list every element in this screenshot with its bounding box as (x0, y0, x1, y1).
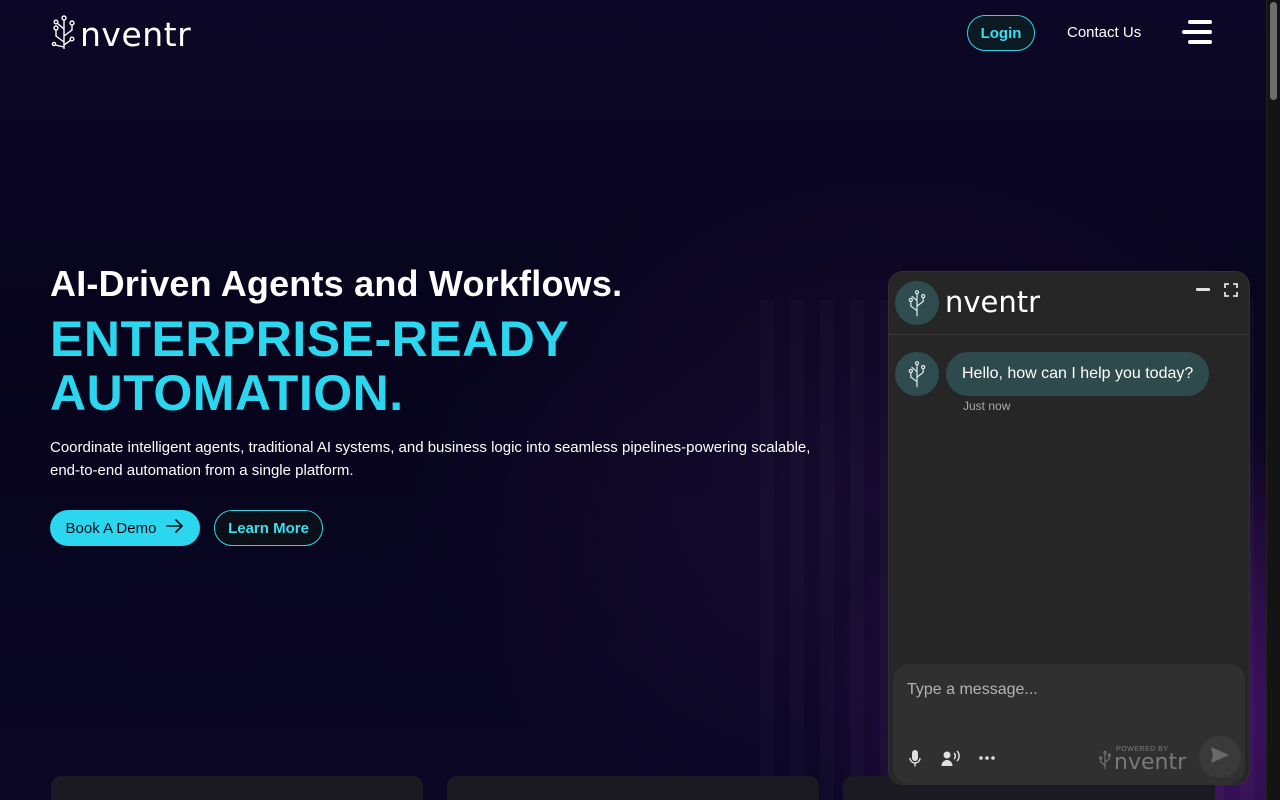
more-dots-icon[interactable] (977, 748, 997, 768)
site-header: nventr Login Contact Us (0, 0, 1266, 66)
chat-brand-avatar (895, 281, 939, 325)
hero-tagline-line1: ENTERPRISE-READY (50, 311, 570, 367)
brand-name: nventr (80, 15, 192, 54)
hero-headline: AI-Driven Agents and Workflows. (50, 263, 623, 304)
hero-tagline: ENTERPRISE-READY AUTOMATION. (50, 312, 569, 420)
send-icon (1210, 746, 1230, 769)
microphone-icon[interactable] (905, 748, 925, 768)
chat-widget: nventr Hello, how can I help you today? … (889, 272, 1249, 784)
chat-brand-name: nventr (945, 285, 1041, 319)
feature-card (51, 776, 423, 800)
hamburger-menu-icon[interactable] (1182, 20, 1212, 44)
powered-by-badge: POWERED BY nventr (1098, 746, 1188, 775)
brand-logo[interactable]: nventr (51, 14, 191, 55)
send-button[interactable] (1199, 736, 1241, 778)
learn-more-button[interactable]: Learn More (214, 510, 323, 546)
message-timestamp: Just now (963, 399, 1011, 413)
minimize-icon[interactable] (1196, 288, 1210, 291)
expand-icon[interactable] (1224, 283, 1238, 297)
bot-avatar (895, 352, 939, 396)
bot-message-bubble: Hello, how can I help you today? (946, 352, 1210, 396)
feature-card (447, 776, 819, 800)
circuit-tree-icon (908, 290, 926, 317)
chat-composer: POWERED BY nventr (893, 664, 1245, 784)
powered-by-brand: nventr (1114, 750, 1187, 775)
chat-message-input[interactable] (907, 678, 1227, 702)
circuit-tree-icon (51, 14, 77, 55)
page-scrollbar[interactable] (1266, 0, 1280, 800)
book-demo-button[interactable]: Book A Demo (50, 510, 200, 546)
login-button[interactable]: Login (967, 15, 1035, 51)
hero-description: Coordinate intelligent agents, tradition… (50, 439, 811, 479)
book-demo-label: Book A Demo (65, 519, 157, 537)
contact-us-link[interactable]: Contact Us (1067, 24, 1141, 41)
scrollbar-thumb[interactable] (1270, 2, 1277, 100)
arrow-right-icon (166, 519, 184, 537)
circuit-tree-icon (1098, 750, 1112, 775)
chat-header: nventr (889, 272, 1249, 335)
voice-mode-icon[interactable] (941, 748, 961, 768)
hero-tagline-line2: AUTOMATION. (50, 365, 404, 421)
circuit-tree-icon (908, 361, 926, 388)
